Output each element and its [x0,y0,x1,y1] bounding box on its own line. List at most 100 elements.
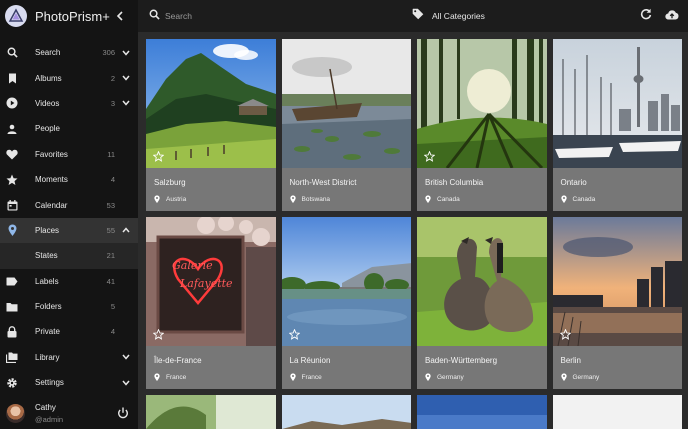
sidebar-item-library[interactable]: Library [0,345,138,370]
card-caption: Île-de-France France [146,346,276,381]
favorite-star-icon[interactable] [559,329,571,340]
place-card-partial[interactable] [417,395,547,429]
place-country: Botswana [289,195,412,203]
chevron-down-icon[interactable] [118,376,134,390]
sidebar-item-albums[interactable]: Albums 2 [0,65,138,90]
user-handle: @admin [35,414,64,424]
place-thumbnail[interactable] [146,395,276,429]
collapse-sidebar-button[interactable] [110,6,130,26]
sidebar-item-private[interactable]: Private 4 [0,319,138,344]
chevron-up-icon[interactable] [118,223,134,237]
card-caption: Baden-Württemberg Germany [417,346,547,381]
place-card-british-columbia[interactable]: British Columbia Canada [417,39,547,211]
place-card-partial[interactable] [146,395,276,429]
place-thumbnail[interactable] [417,395,547,429]
sidebar-item-label: States [35,251,58,261]
favorite-star-icon[interactable] [424,151,435,162]
place-thumbnail[interactable] [552,217,682,346]
top-toolbar: All Categories [138,0,688,32]
favorite-star-icon[interactable] [153,151,164,162]
place-title: North-West District [289,178,357,187]
category-select[interactable]: All Categories [390,0,636,32]
chevron-down-icon[interactable] [118,96,134,110]
place-card-ile-de-france[interactable]: Galerie Lafayette Île-de-France France [146,217,276,389]
sidebar-item-label: Search [35,48,61,58]
place-thumbnail[interactable] [417,39,547,168]
sidebar-item-search[interactable]: Search 306 [0,40,138,65]
sidebar-item-folders[interactable]: Folders 5 [0,294,138,319]
place-country: Germany [425,373,547,381]
place-country-label: Germany [572,373,600,381]
photoprism-logo[interactable] [5,5,27,27]
chevron-down-icon[interactable] [118,71,134,85]
map-pin-icon [0,223,24,237]
place-card-salzburg[interactable]: Salzburg Austria [146,39,276,211]
chevron-down-icon[interactable] [118,350,134,364]
sidebar-item-count: 2 [110,73,115,83]
upload-button[interactable] [662,6,682,26]
place-thumbnail[interactable] [281,217,411,346]
label-icon [0,274,24,288]
user-profile[interactable]: Cathy @admin [0,397,138,429]
place-thumbnail[interactable] [552,39,682,168]
card-caption: Ontario Canada [553,168,683,203]
cloud-upload-icon [665,7,679,25]
place-country: Canada [560,195,683,203]
person-icon [0,122,24,136]
place-card-berlin[interactable]: Berlin Germany [552,217,683,389]
search-bar[interactable] [138,0,390,32]
place-card-ontario[interactable]: Ontario Canada [552,39,683,211]
avatar[interactable] [6,403,25,423]
chevron-down-icon[interactable] [118,46,134,60]
sidebar-item-labels[interactable]: Labels 41 [0,269,138,294]
sidebar-item-states[interactable]: States 21 [0,243,138,269]
place-thumbnail[interactable] [552,395,682,429]
sidebar-item-moments[interactable]: Moments 4 [0,167,138,192]
card-caption: Salzburg Austria [146,168,276,203]
place-card-la-reunion[interactable]: La Réunion France [281,217,412,389]
place-title: Ontario [560,178,587,187]
place-country-label: Canada [437,195,460,203]
play-circle-icon [0,96,24,110]
place-country-label: Canada [572,195,596,203]
favorite-star-icon[interactable] [153,329,164,340]
refresh-button[interactable] [636,6,656,26]
user-info: Cathy @admin [35,403,115,424]
place-thumbnail[interactable]: Galerie Lafayette [146,217,276,346]
place-card-partial[interactable] [281,395,411,429]
favorite-star-icon[interactable] [288,329,300,340]
sidebar-item-people[interactable]: People [0,116,138,141]
logout-power-icon[interactable] [115,405,131,421]
place-country: Germany [560,373,683,381]
place-title: Berlin [560,356,581,365]
sidebar-item-videos[interactable]: Videos 3 [0,91,138,116]
place-country: France [289,373,412,381]
sidebar-item-label: Videos [35,98,60,108]
place-thumbnail[interactable] [281,395,411,429]
place-thumbnail[interactable] [417,217,547,346]
sidebar-item-label: Albums [35,73,62,83]
places-grid: Salzburg Austria North-West District Bot… [146,39,682,429]
search-icon [0,46,24,60]
sidebar-item-label: Moments [35,175,68,185]
sidebar-item-count: 4 [110,327,115,337]
refresh-icon [640,7,652,25]
map-pin-icon [289,195,296,203]
library-icon [0,350,24,364]
sidebar-item-count: 4 [110,175,115,185]
sidebar-item-calendar[interactable]: Calendar 53 [0,192,138,217]
place-card-partial[interactable] [552,395,682,429]
place-card-north-west-district[interactable]: North-West District Botswana [281,39,412,211]
sidebar-item-places[interactable]: Places 55 [0,217,138,244]
sidebar-item-favorites[interactable]: Favorites 11 [0,142,138,167]
category-select-value: All Categories [432,11,485,21]
map-pin-icon [560,373,567,381]
gear-icon [0,376,24,390]
search-input[interactable] [165,11,365,21]
card-caption: Berlin Germany [553,346,683,381]
place-thumbnail[interactable] [146,39,276,168]
map-pin-icon [560,195,567,203]
place-thumbnail[interactable] [281,39,411,168]
sidebar-item-settings[interactable]: Settings [0,370,138,395]
place-card-baden-wurttemberg[interactable]: Baden-Württemberg Germany [417,217,547,389]
